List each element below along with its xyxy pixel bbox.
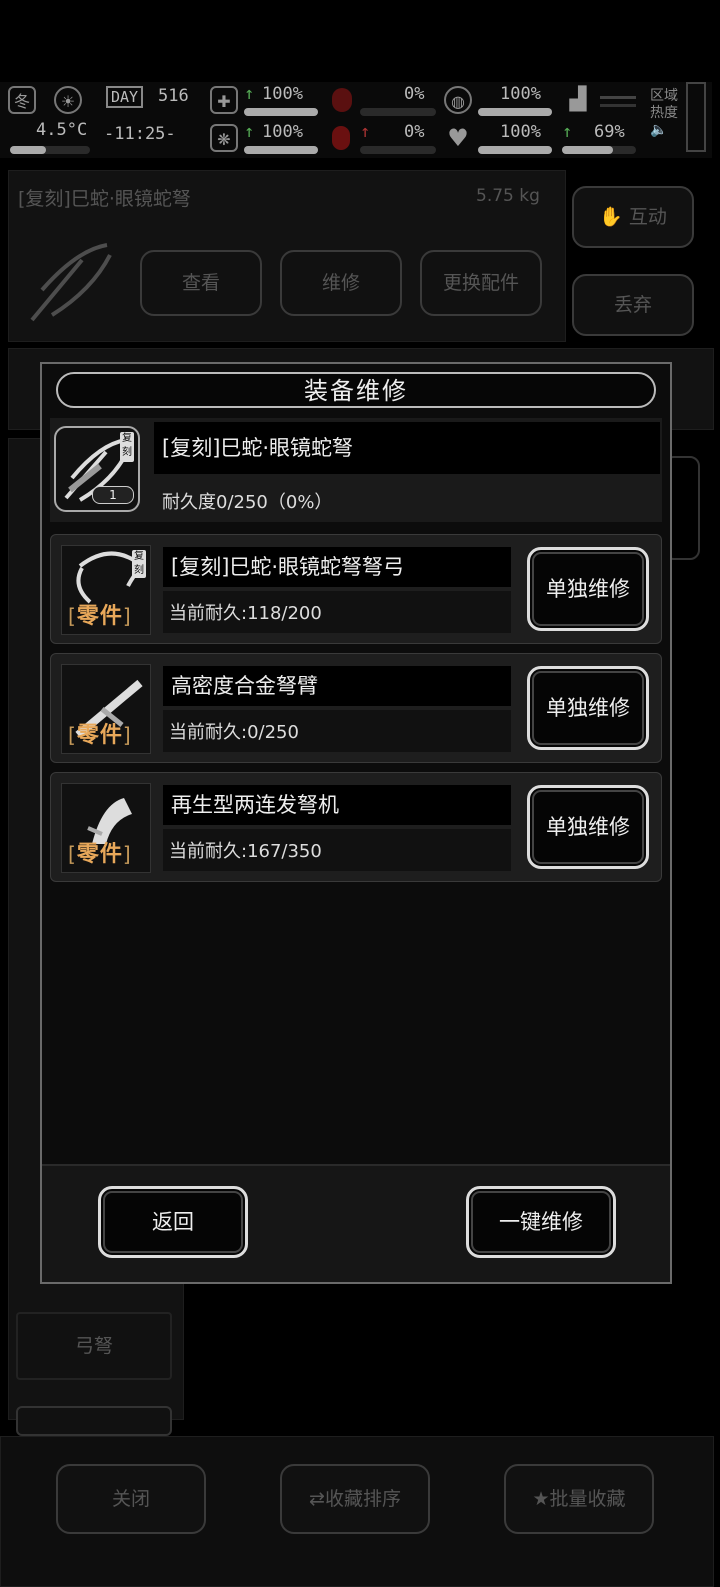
bg-view-button[interactable]: 查看 xyxy=(140,250,262,316)
bg-discard-button[interactable]: 丢弃 xyxy=(572,274,694,336)
bg-category-crossbow[interactable]: 弓弩 xyxy=(16,1312,172,1380)
star-icon: ★ xyxy=(532,1488,550,1510)
part-durability: 当前耐久:167/350 xyxy=(169,841,322,862)
back-button[interactable]: 返回 xyxy=(98,1186,248,1258)
part-name: 高密度合金弩臂 xyxy=(163,666,511,706)
day-label: DAY xyxy=(106,86,144,108)
temperature-readout: 4.5°C xyxy=(36,120,88,140)
dialog-title: 装备维修 xyxy=(56,372,656,408)
bg-interact-button[interactable]: ✋ 互动 xyxy=(572,186,694,248)
part-row: [零件] 高密度合金弩臂 当前耐久:0/250 单独维修 xyxy=(50,653,662,763)
sort-arrows-icon: ⇄ xyxy=(309,1488,325,1510)
hand-icon: ✋ xyxy=(599,206,623,228)
part-thumbnail[interactable]: 复刻 [零件] xyxy=(61,545,151,635)
thirst-percent: 100% xyxy=(500,84,541,104)
repair-part-button[interactable]: 单独维修 xyxy=(527,547,649,631)
repair-part-button[interactable]: 单独维修 xyxy=(527,785,649,869)
medkit-icon: ✚ xyxy=(210,86,238,114)
bleed-percent: 0% xyxy=(404,122,425,142)
part-name: [复刻]巳蛇·眼镜蛇弩弩弓 xyxy=(163,547,511,587)
health-percent: 100% xyxy=(262,84,303,104)
item-count: 1 xyxy=(92,486,134,504)
part-name: 再生型两连发弩机 xyxy=(163,785,511,825)
stamina-percent: 69% xyxy=(594,122,625,142)
crossbow-icon xyxy=(22,230,122,330)
brain-icon: ❋ xyxy=(210,124,238,152)
status-hud: 冬 ☀ 4.5°C DAY 516 -11:25- ✚ ↑ 100% ❋ ↑ 1… xyxy=(0,82,712,158)
mind-percent: 100% xyxy=(262,122,303,142)
region-heat: 区域 热度 🔈 xyxy=(650,88,678,138)
heart-percent: 100% xyxy=(500,122,541,142)
part-thumbnail[interactable]: [零件] xyxy=(61,783,151,873)
part-row: [零件] 再生型两连发弩机 当前耐久:167/350 单独维修 xyxy=(50,772,662,882)
clock-time: -11:25- xyxy=(104,124,176,144)
heart-icon: ♥ xyxy=(447,124,469,152)
speaker-icon: 🔈 xyxy=(650,122,668,138)
day-number: 516 xyxy=(158,86,189,106)
season-icon: 冬 xyxy=(8,86,36,114)
part-tag: [零件] xyxy=(68,842,132,867)
item-durability: 耐久度0/250（0%） xyxy=(162,492,333,513)
bg-item-name: [复刻]巳蛇·眼镜蛇弩 xyxy=(18,188,191,210)
remake-badge: 复刻 xyxy=(120,432,134,462)
bottle-icon: ◍ xyxy=(444,86,472,114)
repair-target-item: 复刻 1 [复刻]巳蛇·眼镜蛇弩 耐久度0/250（0%） xyxy=(50,418,662,522)
stomach-icon xyxy=(332,88,352,112)
part-thumbnail[interactable]: [零件] xyxy=(61,664,151,754)
repair-part-button[interactable]: 单独维修 xyxy=(527,666,649,750)
part-tag: [零件] xyxy=(68,723,132,748)
hunger-percent: 0% xyxy=(404,84,425,104)
part-row: 复刻 [零件] [复刻]巳蛇·眼镜蛇弩弩弓 当前耐久:118/200 单独维修 xyxy=(50,534,662,644)
bg-sort-favorites-button[interactable]: ⇄收藏排序 xyxy=(280,1464,430,1534)
bg-repair-button[interactable]: 维修 xyxy=(280,250,402,316)
bg-item-weight: 5.75 kg xyxy=(476,186,540,206)
sun-icon: ☀ xyxy=(54,86,82,114)
part-tag: [零件] xyxy=(68,604,132,629)
repair-all-button[interactable]: 一键维修 xyxy=(466,1186,616,1258)
part-durability: 当前耐久:118/200 xyxy=(169,603,322,624)
equipment-repair-dialog: 装备维修 复刻 1 [复刻]巳蛇·眼镜蛇弩 耐久度0/250（0%） 复刻 [零… xyxy=(40,362,672,1284)
boot-icon: ▟ xyxy=(569,87,587,112)
bg-close-button[interactable]: 关闭 xyxy=(56,1464,206,1534)
item-name: [复刻]巳蛇·眼镜蛇弩 xyxy=(154,422,660,474)
item-thumbnail[interactable]: 复刻 1 xyxy=(54,426,140,512)
bg-batch-favorite-button[interactable]: ★批量收藏 xyxy=(504,1464,654,1534)
remake-badge: 复刻 xyxy=(132,550,146,578)
blood-drop-icon xyxy=(332,126,350,150)
bg-swap-parts-button[interactable]: 更换配件 xyxy=(420,250,542,316)
part-durability: 当前耐久:0/250 xyxy=(169,722,299,743)
